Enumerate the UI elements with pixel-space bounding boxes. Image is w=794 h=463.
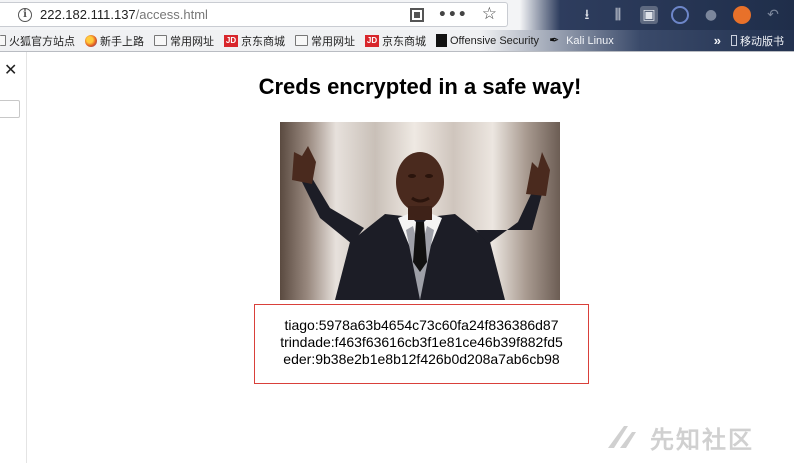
url-bar[interactable]: i 222.182.111.137/access.html ••• ☆	[0, 2, 508, 27]
bookmark-star-icon[interactable]: ☆	[482, 6, 497, 23]
extension-icon[interactable]	[733, 6, 751, 24]
bookmark-label: Offensive Security	[450, 34, 540, 47]
offensive-security-icon	[436, 34, 447, 47]
back-icon[interactable]: ↶	[764, 6, 782, 24]
sidebar-icon[interactable]: ▣	[640, 6, 658, 24]
library-icon[interactable]: ⫼	[609, 6, 627, 24]
bookmark-item[interactable]: 新手上路	[85, 33, 144, 49]
bookmark-item[interactable]: 常用网址	[295, 33, 355, 49]
qr-code-icon[interactable]	[409, 7, 424, 22]
bookmark-item[interactable]: Offensive Security	[436, 34, 539, 47]
watermark: 先知社区	[604, 420, 784, 454]
jd-icon: JD	[365, 34, 379, 47]
bookmark-label: 京东商城	[382, 35, 426, 48]
credential-line: eder:9b38e2b1e8b12f426b0d208a7ab6cb98	[283, 351, 560, 367]
man-in-suit-illustration	[292, 146, 550, 300]
sidebar-panel: ✕	[0, 52, 27, 463]
bookmark-item[interactable]: 火狐官方站点	[0, 33, 75, 49]
bookmark-label: 常用网址	[170, 35, 214, 48]
kali-icon: ✒	[549, 33, 560, 47]
bookmark-label: 常用网址	[311, 35, 355, 48]
credential-line: tiago:5978a63b4654c73c60fa24f836386d87	[284, 317, 559, 333]
meme-image	[280, 122, 560, 300]
extension-icon[interactable]: ●	[702, 6, 720, 24]
bookmark-label: 新手上路	[100, 35, 144, 48]
more-icon[interactable]: •••	[438, 7, 468, 23]
bookmark-item[interactable]: 常用网址	[154, 33, 214, 49]
bookmark-item[interactable]: ✒ Kali Linux	[549, 33, 614, 47]
credentials-box: tiago:5978a63b4654c73c60fa24f836386d87 t…	[254, 304, 589, 384]
bookmark-label: 火狐官方站点	[9, 35, 75, 48]
watermark-text: 先知社区	[650, 425, 754, 454]
firefox-icon	[85, 34, 97, 47]
folder-icon	[731, 35, 737, 46]
browser-toolbar: i 222.182.111.137/access.html ••• ☆ ⭳ ⫼ …	[0, 0, 794, 30]
jd-icon: JD	[224, 34, 238, 47]
sidebar-search-input[interactable]	[0, 100, 20, 118]
bookmark-label: 移动版书	[740, 35, 784, 48]
credential-line: trindade:f463f63616cb3f1e81ce46b39f882fd…	[280, 334, 563, 350]
folder-icon	[295, 35, 308, 46]
url-path: /access.html	[135, 7, 208, 22]
globe-icon[interactable]	[671, 6, 689, 24]
site-info-icon[interactable]: i	[18, 7, 32, 22]
bookmark-label: Kali Linux	[566, 34, 614, 47]
page-title: Creds encrypted in a safe way!	[258, 74, 582, 99]
watermark-logo-icon	[608, 426, 636, 448]
bookmark-label: 京东商城	[241, 35, 285, 48]
url-text[interactable]: 222.182.111.137/access.html	[40, 7, 208, 22]
url-host: 222.182.111.137	[40, 7, 136, 22]
bookmark-item[interactable]: JD 京东商城	[224, 33, 285, 49]
download-icon[interactable]: ⭳	[578, 6, 596, 24]
folder-icon	[0, 35, 6, 46]
bookmark-item[interactable]: JD 京东商城	[365, 33, 426, 49]
mobile-bookmarks[interactable]: 移动版书	[731, 33, 784, 49]
bookmarks-overflow-icon[interactable]: »	[714, 33, 721, 48]
bookmarks-bar: 火狐官方站点 新手上路 常用网址 JD 京东商城 常用网址 JD 京东商城 Offe…	[0, 30, 794, 52]
folder-icon	[154, 35, 167, 46]
